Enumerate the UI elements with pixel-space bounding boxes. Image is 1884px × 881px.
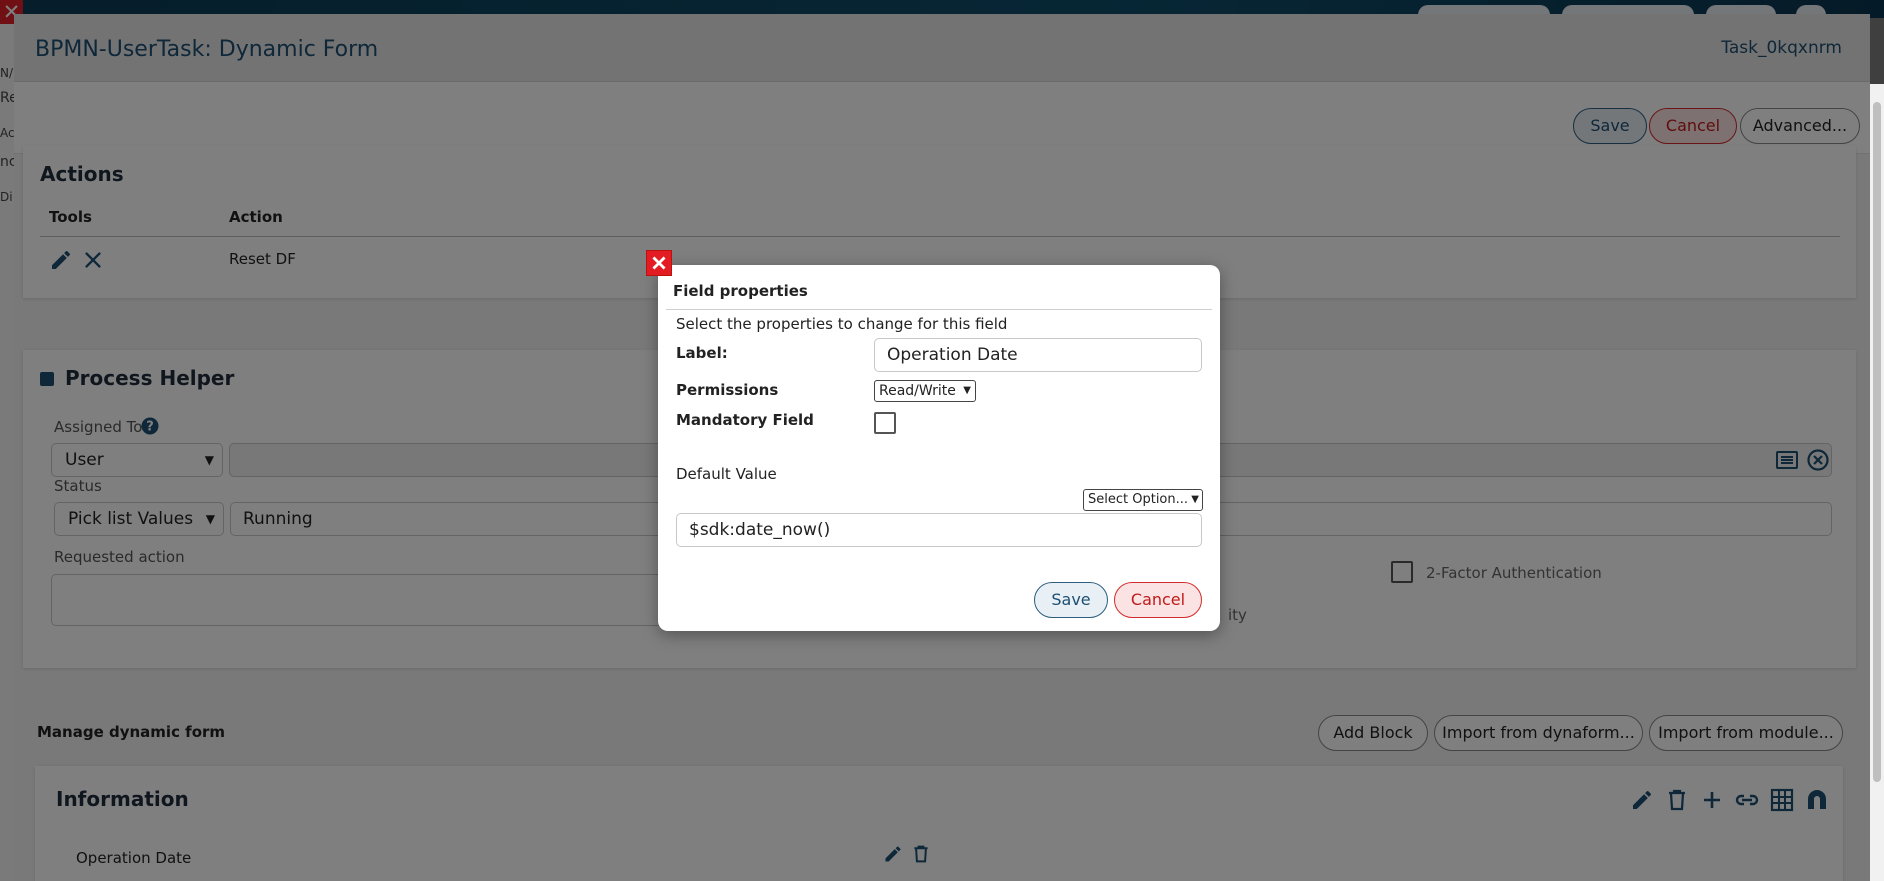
field-properties-title: Field properties — [673, 282, 808, 300]
label-value: Operation Date — [887, 345, 1018, 365]
select-option-dropdown[interactable]: Select Option... ▼ — [1083, 489, 1203, 511]
permissions-caption: Permissions — [676, 381, 779, 399]
scrollbar-thumb[interactable] — [1873, 102, 1881, 782]
select-value: Select Option... — [1088, 492, 1189, 507]
label-input[interactable]: Operation Date — [874, 338, 1202, 372]
scrollbar[interactable] — [1870, 84, 1884, 881]
default-value-caption: Default Value — [676, 465, 777, 483]
field-properties-dialog: Field properties Select the properties t… — [658, 265, 1220, 631]
mandatory-caption: Mandatory Field — [676, 411, 814, 429]
label-caption: Label: — [676, 344, 728, 362]
field-properties-subtitle: Select the properties to change for this… — [676, 315, 1008, 333]
default-value: $sdk:date_now() — [689, 520, 831, 540]
mandatory-checkbox[interactable] — [874, 412, 896, 434]
field-cancel-button[interactable]: Cancel — [1114, 582, 1202, 618]
field-save-button[interactable]: Save — [1034, 582, 1108, 618]
close-icon[interactable] — [646, 250, 672, 276]
chevron-down-icon: ▼ — [1191, 494, 1199, 505]
divider — [666, 309, 1212, 310]
chevron-down-icon: ▼ — [963, 385, 971, 396]
permissions-select[interactable]: Read/Write ▼ — [874, 380, 976, 402]
default-value-input[interactable]: $sdk:date_now() — [676, 513, 1202, 547]
select-value: Read/Write — [879, 383, 956, 399]
